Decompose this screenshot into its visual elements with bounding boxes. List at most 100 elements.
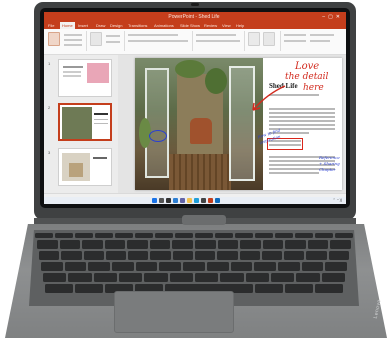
chat-icon[interactable] xyxy=(180,198,185,203)
tab-draw[interactable]: Draw xyxy=(96,22,105,29)
keyboard-key[interactable] xyxy=(275,233,293,238)
keyboard-key[interactable] xyxy=(37,240,58,249)
keyboard-key[interactable] xyxy=(284,251,305,260)
taskview-icon[interactable] xyxy=(166,198,171,203)
tab-animations[interactable]: Animations xyxy=(154,22,174,29)
explorer-icon[interactable] xyxy=(187,198,192,203)
keyboard-key[interactable] xyxy=(195,233,213,238)
paste-button[interactable] xyxy=(48,32,60,46)
widgets-icon[interactable] xyxy=(173,198,178,203)
keyboard-key[interactable] xyxy=(159,262,182,271)
keyboard-key[interactable] xyxy=(295,233,313,238)
keyboard-key[interactable] xyxy=(285,240,306,249)
keyboard-key[interactable] xyxy=(306,251,327,260)
keyboard-key[interactable] xyxy=(172,251,193,260)
keyboard-key[interactable] xyxy=(230,262,253,271)
find-button[interactable] xyxy=(284,34,306,36)
keyboard-key[interactable] xyxy=(150,251,171,260)
tab-slide-show[interactable]: Slide Show xyxy=(180,22,200,29)
keyboard-key[interactable] xyxy=(172,240,193,249)
keyboard-key[interactable] xyxy=(35,233,53,238)
keyboard-key[interactable] xyxy=(325,262,347,271)
keyboard-key[interactable] xyxy=(239,251,260,260)
keyboard-key[interactable] xyxy=(195,240,216,249)
keyboard-key[interactable] xyxy=(217,251,238,260)
keyboard-key[interactable] xyxy=(262,240,284,249)
keyboard-key[interactable] xyxy=(149,240,171,249)
keyboard-key[interactable] xyxy=(41,262,63,271)
start-icon[interactable] xyxy=(152,198,157,203)
tab-file[interactable]: File xyxy=(48,22,54,29)
keyboard-key[interactable] xyxy=(43,273,67,282)
keyboard-key[interactable] xyxy=(183,262,205,271)
keyboard-key[interactable] xyxy=(59,240,81,249)
keyboard-key[interactable] xyxy=(315,233,333,238)
keyboard-key[interactable] xyxy=(195,251,216,260)
keyboard-key[interactable] xyxy=(119,273,143,282)
slide-thumbnail-1[interactable] xyxy=(58,59,112,97)
keyboard-key[interactable] xyxy=(88,262,111,271)
font-dropdown[interactable] xyxy=(128,34,178,36)
keyboard-key[interactable] xyxy=(93,273,117,282)
slide-editor[interactable]: Shed Life Love the detail here How to fi… xyxy=(118,55,346,193)
keyboard-key[interactable] xyxy=(61,251,82,260)
keyboard-key[interactable] xyxy=(45,284,73,293)
keyboard-key[interactable] xyxy=(95,233,113,238)
keyboard-key[interactable] xyxy=(82,240,103,249)
keyboard-key[interactable] xyxy=(271,273,295,282)
arrange-button[interactable] xyxy=(263,32,275,46)
keyboard-key[interactable] xyxy=(217,240,239,249)
dictate-button[interactable] xyxy=(310,34,334,36)
keyboard-key[interactable] xyxy=(285,284,313,293)
keyboard-key[interactable] xyxy=(261,251,283,260)
keyboard-key[interactable] xyxy=(144,273,168,282)
paragraph-row[interactable] xyxy=(196,34,236,36)
keyboard-key[interactable] xyxy=(235,233,253,238)
keyboard-key[interactable] xyxy=(307,240,329,249)
keyboard-key[interactable] xyxy=(335,233,353,238)
keyboard-key[interactable] xyxy=(330,240,351,249)
keyboard-key[interactable] xyxy=(135,233,153,238)
keyboard-key[interactable] xyxy=(254,262,276,271)
keyboard-key[interactable] xyxy=(155,233,173,238)
current-slide[interactable]: Shed Life Love the detail here How to fi… xyxy=(135,58,342,190)
keyboard-key[interactable] xyxy=(104,240,126,249)
tab-transitions[interactable]: Transitions xyxy=(128,22,147,29)
outlook-icon[interactable] xyxy=(215,198,220,203)
section-button[interactable] xyxy=(106,41,120,43)
keyboard-key[interactable] xyxy=(83,251,104,260)
keyboard-key[interactable] xyxy=(255,284,283,293)
copy-button[interactable] xyxy=(64,39,82,41)
keyboard-key[interactable] xyxy=(255,233,273,238)
font-format-row[interactable] xyxy=(128,40,188,42)
keyboard-key[interactable] xyxy=(328,251,349,260)
keyboard-key[interactable] xyxy=(68,273,92,282)
powerpoint-icon[interactable] xyxy=(208,198,213,203)
designer-button[interactable] xyxy=(310,40,330,42)
keyboard-key[interactable] xyxy=(127,240,148,249)
slide-thumbnail-2[interactable] xyxy=(58,103,112,141)
shapes-button[interactable] xyxy=(248,32,260,46)
keyboard-key[interactable] xyxy=(39,251,60,260)
tab-review[interactable]: Review xyxy=(204,22,217,29)
keyboard-key[interactable] xyxy=(175,233,193,238)
keyboard-key[interactable] xyxy=(301,262,324,271)
keyboard-key[interactable] xyxy=(64,262,87,271)
cut-button[interactable] xyxy=(64,34,82,36)
touchpad[interactable] xyxy=(114,291,234,333)
search-icon[interactable] xyxy=(159,198,164,203)
keyboard-key[interactable] xyxy=(240,240,261,249)
keyboard-key[interactable] xyxy=(220,273,244,282)
keyboard-key[interactable] xyxy=(245,273,269,282)
keyboard-key[interactable] xyxy=(112,262,134,271)
tab-help[interactable]: Help xyxy=(236,22,244,29)
keyboard-key[interactable] xyxy=(277,262,300,271)
keyboard-key[interactable] xyxy=(75,233,93,238)
store-icon[interactable] xyxy=(201,198,206,203)
keyboard-key[interactable] xyxy=(215,233,233,238)
shed-photo[interactable] xyxy=(135,58,263,190)
keyboard-key[interactable] xyxy=(115,233,133,238)
keyboard-key[interactable] xyxy=(315,284,343,293)
keyboard-key[interactable] xyxy=(128,251,149,260)
system-tray[interactable]: ⌃ ◔ )) xyxy=(333,197,342,204)
